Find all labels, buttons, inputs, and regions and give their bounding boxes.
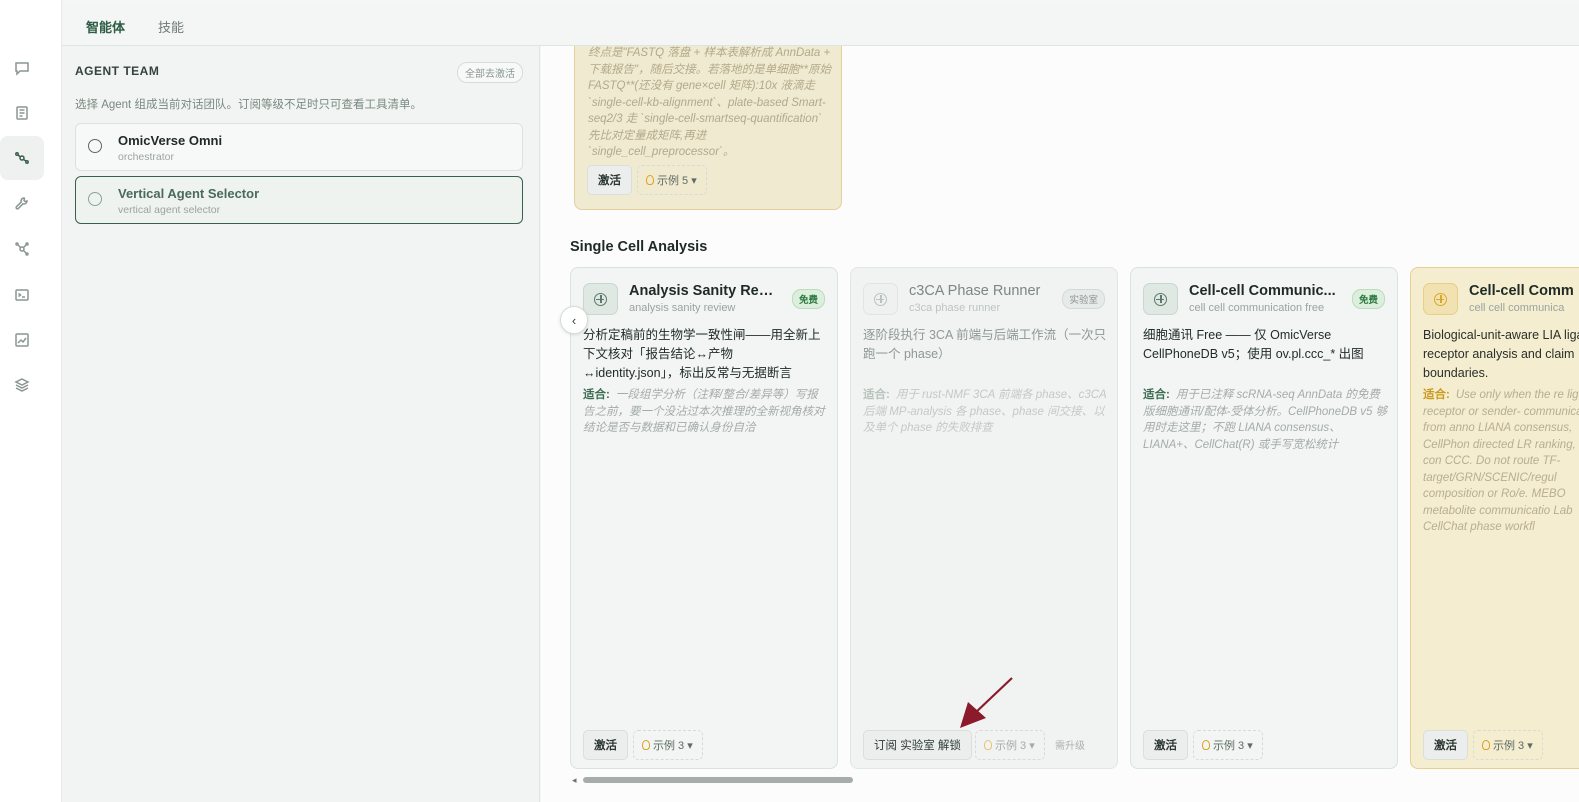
card-fit: 适合: 用于已注释 scRNA-seq AnnData 的免费版细胞通讯/配体-受… [1143,389,1388,451]
activate-button[interactable]: 激活 [1143,730,1188,760]
bulb-icon [642,740,650,750]
activate-button[interactable]: 激活 [583,730,628,760]
activate-button[interactable]: 激活 [1423,730,1468,760]
card-subtitle: analysis sanity review [629,302,736,314]
example-button[interactable]: 示例 3 ▾ [633,730,703,760]
agent-icon [88,192,102,206]
card-title: Cell-cell Communic... [1189,283,1336,299]
layers-icon[interactable] [0,363,44,407]
agent-plus-icon [863,283,898,315]
card-description: Biological-unit-aware LIA ligand-recepto… [1423,328,1579,380]
section-title: Single Cell Analysis [570,239,708,255]
activate-button[interactable]: 激活 [587,165,632,195]
horizontal-scrollbar-thumb[interactable] [583,777,853,783]
card-fit: 适合: 一段组学分析（注释/整合/差异等）写报告之前，要一个没沾过本次推理的全新视… [583,389,825,434]
agent-plus-icon [1423,283,1458,315]
agent-card-top: 终点是"FASTQ 落盘 + 样本表解析成 AnnData + 下载报告"，随后… [574,46,842,210]
agent-name: OmicVerse Omni [118,133,223,148]
agent-card-vertical-agent-selector[interactable]: Vertical Agent Selector vertical agent s… [75,176,523,224]
card-subtitle: cell cell communica [1469,302,1565,314]
card-footer: 激活 示例 3 ▾ [1143,730,1393,760]
top-card-text: 终点是"FASTQ 落盘 + 样本表解析成 AnnData + 下载报告"，随后… [588,47,832,158]
card-title: c3CA Phase Runner [909,283,1041,299]
card-footer: 激活 示例 3 ▾ [583,730,833,760]
card-subtitle: cell cell communication free [1189,302,1325,314]
agents-icon[interactable] [0,136,44,180]
card-description: 细胞通讯 Free —— 仅 OmicVerse CellPhoneDB v5；… [1143,328,1364,361]
chat-icon[interactable] [0,46,44,90]
card-footer: 订阅 实验室 解锁 示例 3 ▾ 需升级 [863,730,1113,760]
card-title: Analysis Sanity Revi... [629,283,779,299]
agent-card-omicverse-omni[interactable]: OmicVerse Omni orchestrator [75,123,523,171]
tab-bar: 智能体 技能 [62,3,1579,49]
free-badge: 免费 [791,289,825,309]
agent-subtitle: orchestrator [118,151,175,163]
wrench-icon[interactable] [0,182,44,226]
tab-skills[interactable]: 技能 [158,17,184,47]
annotation-arrow-icon [960,677,1013,728]
document-icon[interactable] [0,91,44,135]
upgrade-required-label: 需升级 [1055,741,1085,752]
agent-plus-icon [583,283,618,315]
example-button[interactable]: 示例 3 ▾ [975,730,1045,760]
subscribe-lab-unlock-button[interactable]: 订阅 实验室 解锁 [863,730,972,760]
agent-card-cell-cell-communication[interactable]: Cell-cell Comm cell cell communica Biolo… [1410,267,1579,769]
card-description: 分析定稿前的生物学一致性闸——用全新上下文核对「报告结论↔产物↔identity… [583,328,821,380]
panel-title: AGENT TEAM [75,64,160,78]
example-button[interactable]: 示例 5 ▾ [637,165,707,195]
lab-badge: 实验室 [1062,289,1105,309]
card-description: 逐阶段执行 3CA 前端与后端工作流（一次只跑一个 phase） [863,328,1107,361]
card-fit: 适合: 用于 rust-NMF 3CA 前端各 phase、c3CA 后端 MP-… [863,389,1107,434]
bulb-icon [646,175,654,185]
card-fit: 适合:Use only when the re ligand-receptor … [1423,389,1579,533]
agent-subtitle: vertical agent selector [118,204,221,216]
bulb-icon [1202,740,1210,750]
panel-description: 选择 Agent 组成当前对话团队。订阅等级不足时只可查看工具清单。 [75,99,422,111]
free-badge: 免费 [1351,289,1385,309]
bulb-icon [1482,740,1490,750]
chevron-left-icon: ‹ [571,312,577,328]
network-icon[interactable] [0,227,44,271]
agent-icon [88,139,102,153]
agent-team-panel: AGENT TEAM 全部去激活 选择 Agent 组成当前对话团队。订阅等级不… [62,46,540,802]
terminal-icon[interactable] [0,273,44,317]
example-button[interactable]: 示例 3 ▾ [1193,730,1263,760]
carousel-prev-button[interactable]: ‹ [560,306,588,334]
agent-name: Vertical Agent Selector [118,186,260,201]
main-content: 终点是"FASTQ 落盘 + 样本表解析成 AnnData + 下载报告"，随后… [541,46,1579,802]
icon-rail [0,0,62,802]
card-footer: 激活 示例 3 ▾ [1423,730,1579,760]
tab-agents[interactable]: 智能体 [73,17,139,49]
agent-card-cell-cell-communication-free[interactable]: Cell-cell Communic... cell cell communic… [1130,267,1398,769]
deactivate-all-button[interactable]: 全部去激活 [457,62,523,83]
card-subtitle: c3ca phase runner [909,302,1001,314]
chart-icon[interactable] [0,318,44,362]
bulb-icon [984,740,992,750]
scroll-left-arrow-icon[interactable]: ◂ [572,775,577,786]
agent-plus-icon [1143,283,1178,315]
card-title: Cell-cell Comm [1469,283,1574,299]
example-button[interactable]: 示例 3 ▾ [1473,730,1543,760]
agent-card-analysis-sanity-review[interactable]: Analysis Sanity Revi... analysis sanity … [570,267,838,769]
